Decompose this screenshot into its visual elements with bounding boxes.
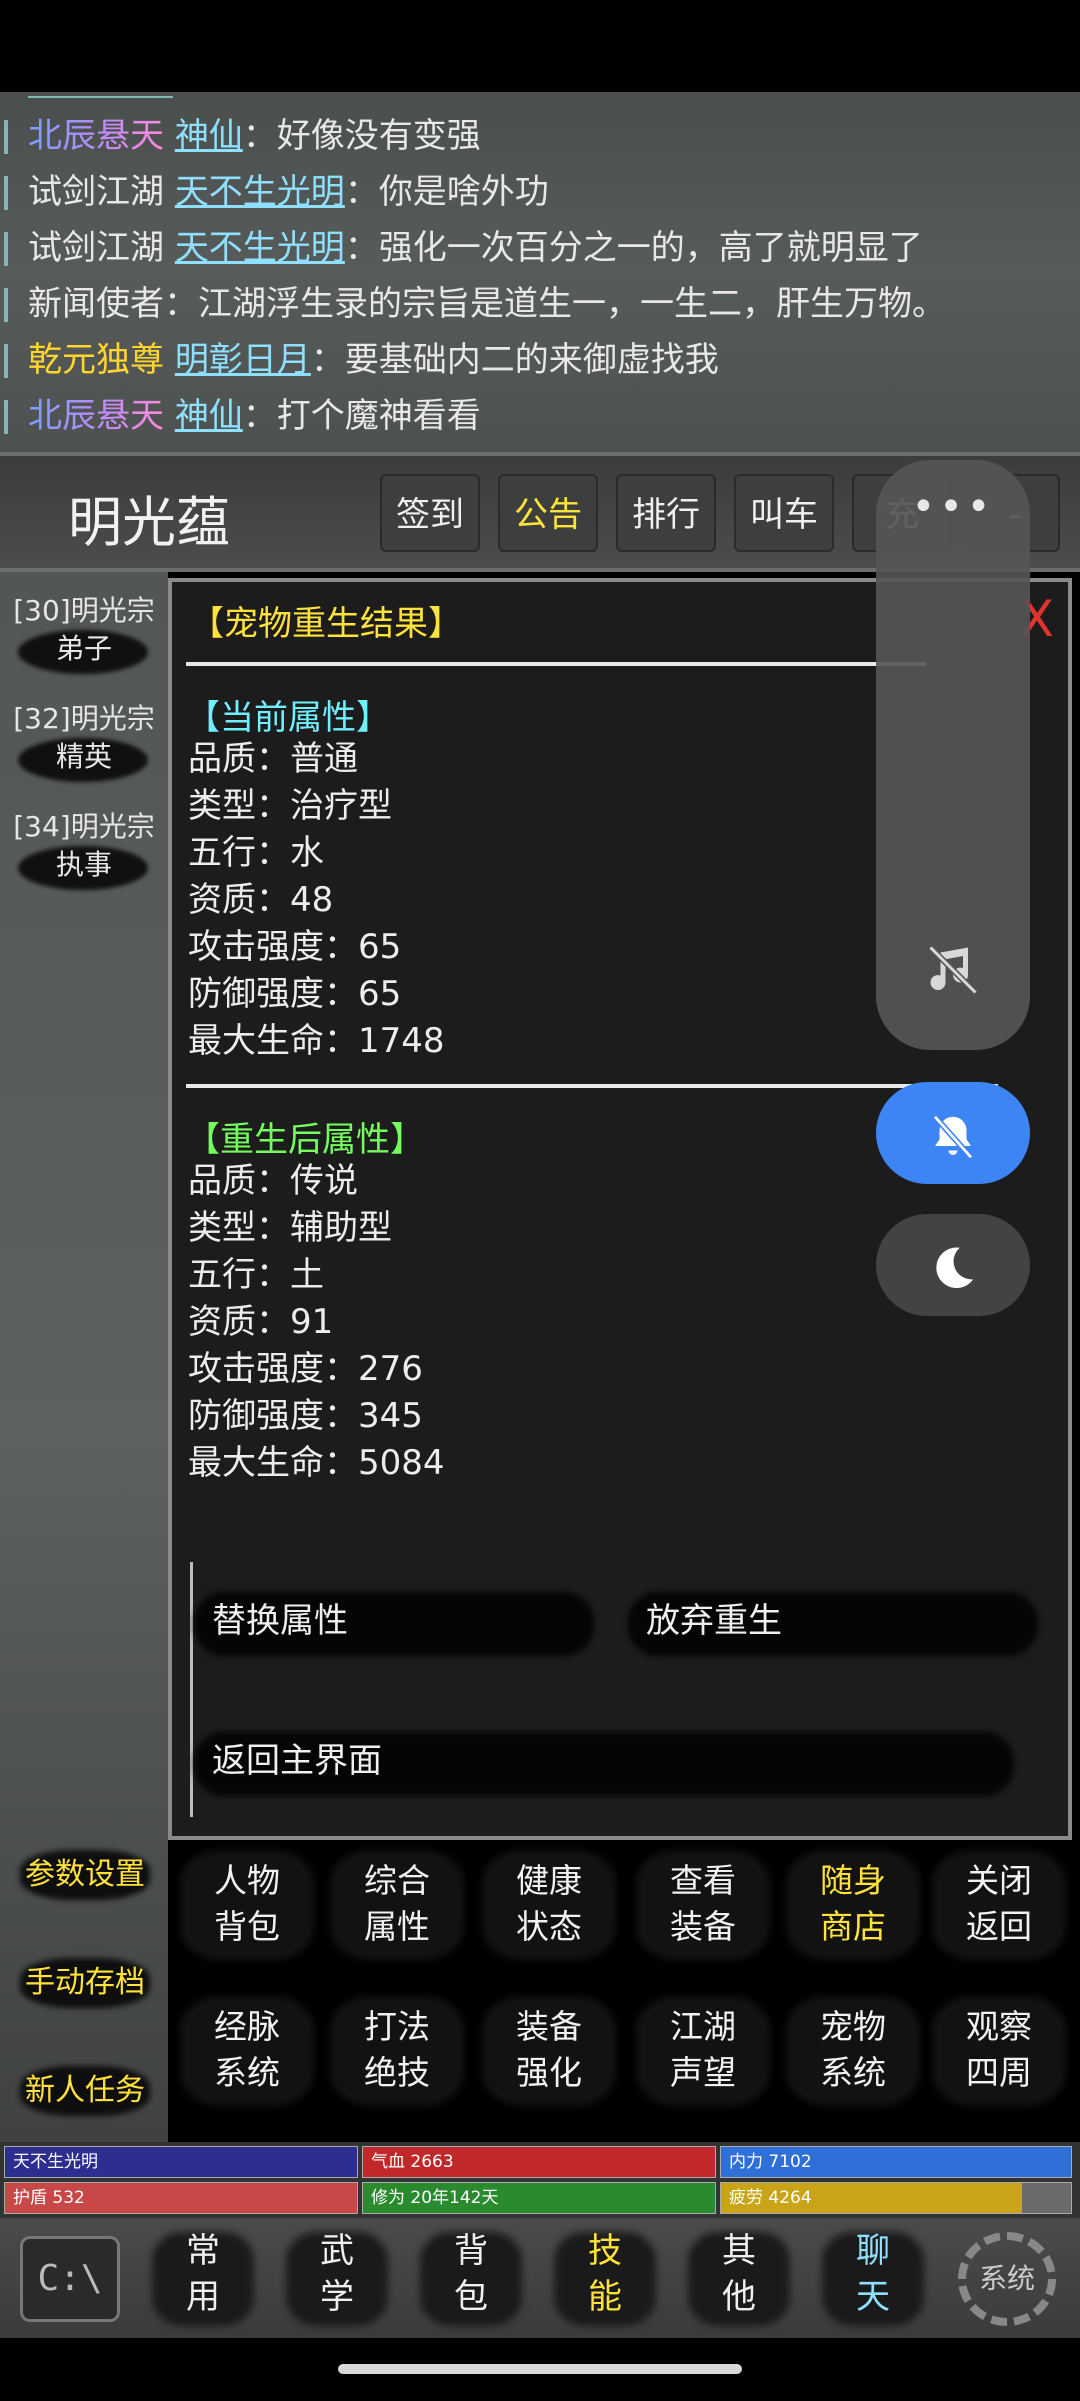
- dialog-title: 【宠物重生结果】: [190, 604, 462, 644]
- attr-quality: 品质：普通: [188, 739, 358, 779]
- bottom-nav: C:\ 常用 武学 背包 技能 其他 聊天 系统: [0, 2218, 1080, 2338]
- chat-prefix: 试剑江湖: [28, 228, 164, 268]
- reborn-attributes-title: 【重生后属性】: [186, 1120, 424, 1160]
- chat-message: 你是啥外功: [378, 172, 549, 212]
- status-bar: [0, 0, 1080, 92]
- chat-message: 强化一次百分之一的，高了就明显了: [378, 228, 923, 268]
- announcement-button[interactable]: 公告: [498, 474, 598, 552]
- chat-message: 好像没有变强: [276, 116, 481, 156]
- music-off-icon[interactable]: [876, 940, 1030, 1013]
- call-car-button[interactable]: 叫车: [734, 474, 834, 552]
- attr-defense: 防御强度：345: [188, 1396, 423, 1436]
- newbie-quest-button[interactable]: 新人任务: [14, 2056, 156, 2126]
- tab-skills[interactable]: 技能: [550, 2228, 660, 2328]
- attr-quality: 品质：传说: [188, 1161, 358, 1201]
- back-to-main-button[interactable]: 返回主界面: [194, 1706, 1034, 1816]
- console-icon[interactable]: C:\: [20, 2236, 120, 2322]
- name-bar: 天不生光明: [4, 2146, 358, 2178]
- chat-player-link[interactable]: 天不生光明: [175, 172, 345, 212]
- tab-chat[interactable]: 聊天: [818, 2228, 928, 2328]
- chat-prefix: 乾元独尊: [28, 340, 164, 380]
- meridian-button[interactable]: 经脉 系统: [172, 1986, 322, 2116]
- portable-shop-button[interactable]: 随身 商店: [778, 1840, 928, 1970]
- attr-element: 五行：土: [188, 1255, 324, 1295]
- function-grid: 人物 背包 综合 属性 健康 状态 查看 装备 随身 商店 关闭 返回 经脉 系统 打法 绝技 …: [168, 1840, 1080, 2140]
- equipment-enhance-button[interactable]: 装备 强化: [474, 1986, 624, 2116]
- mp-bar: 内力 7102: [720, 2146, 1072, 2178]
- character-bag-button[interactable]: 人物 背包: [172, 1840, 322, 1970]
- attr-aptitude: 资质：91: [188, 1302, 334, 1342]
- chat-message: 要基础内二的来御虚找我: [344, 340, 719, 380]
- chat-prefix: 试剑江湖: [28, 172, 164, 212]
- chat-divider: [28, 96, 173, 98]
- tab-other[interactable]: 其他: [684, 2228, 794, 2328]
- sect-rank-item[interactable]: [34]明光宗 执事: [0, 808, 168, 890]
- chat-player-link[interactable]: 明彰日月: [175, 340, 311, 380]
- chat-player-link[interactable]: 天不生光明: [175, 228, 345, 268]
- reputation-button[interactable]: 江湖 声望: [628, 1986, 778, 2116]
- tab-martial[interactable]: 武学: [282, 2228, 392, 2328]
- chat-message: 江湖浮生录的宗旨是道生一，一生二，肝生万物。: [198, 284, 946, 324]
- checkin-button[interactable]: 签到: [380, 474, 480, 552]
- tab-bag[interactable]: 背包: [416, 2228, 526, 2328]
- attributes-button[interactable]: 综合 属性: [322, 1840, 472, 1970]
- sect-rank-item[interactable]: [32]明光宗 精英: [0, 700, 168, 782]
- home-indicator[interactable]: [338, 2364, 742, 2374]
- hp-bar: 气血 2663: [362, 2146, 716, 2178]
- replace-attributes-button[interactable]: 替换属性: [194, 1566, 614, 1676]
- attr-element: 五行：水: [188, 833, 324, 873]
- attr-type: 类型：辅助型: [188, 1208, 392, 1248]
- system-gear-icon[interactable]: 系统: [958, 2232, 1056, 2326]
- divider: [186, 1084, 998, 1088]
- settings-button[interactable]: 参数设置: [14, 1840, 156, 1910]
- chat-prefix: 北辰悬天: [28, 116, 164, 156]
- chat-player-link[interactable]: 神仙: [175, 396, 243, 436]
- moon-icon[interactable]: [876, 1214, 1030, 1316]
- chat-player-link[interactable]: 神仙: [175, 116, 243, 156]
- ranking-button[interactable]: 排行: [616, 474, 716, 552]
- current-attributes-title: 【当前属性】: [186, 698, 390, 738]
- chat-prefix: 北辰悬天: [28, 396, 164, 436]
- skills-button[interactable]: 打法 绝技: [322, 1986, 472, 2116]
- cultivation-bar: 修为 20年142天: [362, 2182, 716, 2214]
- attr-max-hp: 最大生命：1748: [188, 1021, 445, 1061]
- chat-panel[interactable]: 北辰悬天 神仙：好像没有变强 试剑江湖 天不生光明：你是啥外功 试剑江湖 天不生…: [0, 92, 1080, 452]
- divider: [186, 662, 926, 666]
- view-equipment-button[interactable]: 查看 装备: [628, 1840, 778, 1970]
- more-icon[interactable]: •••: [876, 484, 1030, 530]
- gesture-bar: [0, 2338, 1080, 2401]
- sect-rank-item[interactable]: [30]明光宗 弟子: [0, 592, 168, 674]
- abandon-rebirth-button[interactable]: 放弃重生: [628, 1566, 1058, 1676]
- tab-common[interactable]: 常用: [148, 2228, 258, 2328]
- attr-max-hp: 最大生命：5084: [188, 1443, 445, 1483]
- attr-defense: 防御强度：65: [188, 974, 402, 1014]
- shield-bar: 护盾 532: [4, 2182, 358, 2214]
- stats-panel: 天不生光明 气血 2663 内力 7102 护盾 532 修为 20年142天 …: [0, 2142, 1080, 2218]
- close-return-button[interactable]: 关闭 返回: [924, 1840, 1074, 1970]
- attr-aptitude: 资质：48: [188, 880, 334, 920]
- left-panel: [30]明光宗 弟子 [32]明光宗 精英 [34]明光宗 执事 参数设置 手动存档 …: [0, 572, 168, 2144]
- observe-surroundings-button[interactable]: 观察 四周: [924, 1986, 1074, 2116]
- pet-system-button[interactable]: 宠物 系统: [778, 1986, 928, 2116]
- floating-toolbar: •••: [876, 460, 1030, 1050]
- attr-attack: 攻击强度：276: [188, 1349, 423, 1389]
- manual-save-button[interactable]: 手动存档: [14, 1948, 156, 2018]
- health-status-button[interactable]: 健康 状态: [474, 1840, 624, 1970]
- bell-off-icon[interactable]: [876, 1082, 1030, 1184]
- attr-attack: 攻击强度：65: [188, 927, 402, 967]
- player-name: 明光蕴: [68, 491, 230, 554]
- attr-type: 类型：治疗型: [188, 786, 392, 826]
- fatigue-bar: 疲劳 4264: [720, 2182, 1072, 2214]
- chat-message: 打个魔神看看: [276, 396, 481, 436]
- chat-prefix: 新闻使者: [28, 284, 164, 324]
